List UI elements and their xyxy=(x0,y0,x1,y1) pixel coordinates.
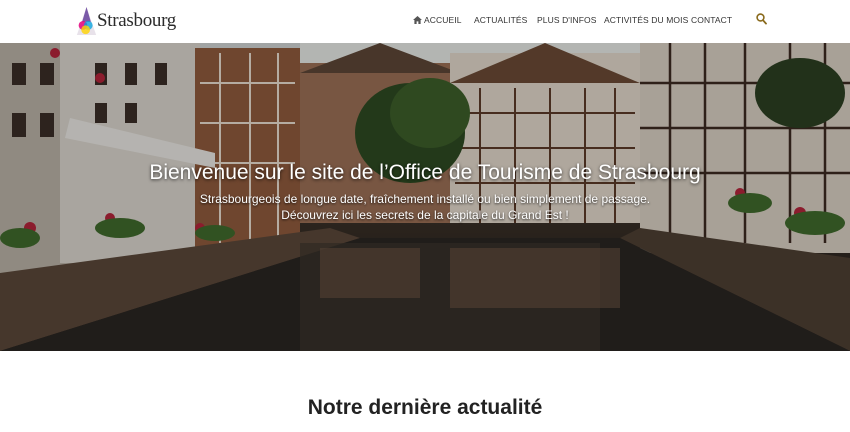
nav-item-activites-du-mois[interactable]: ACTIVITÉS DU MOIS xyxy=(604,14,688,26)
section-title: Notre dernière actualité xyxy=(307,396,543,419)
nav-item-actualites[interactable]: ACTUALITÉS xyxy=(474,14,527,26)
hero-title: Bienvenue sur le site de l’Office de Tou… xyxy=(149,161,701,184)
main-nav: ACCUEIL ACTUALITÉS PLUS D'INFOS ACTIVITÉ… xyxy=(0,0,850,43)
nav-item-label: ACTIVITÉS DU MOIS xyxy=(604,15,689,25)
nav-item-plus-dinfos[interactable]: PLUS D'INFOS xyxy=(537,14,597,26)
nav-item-label: ACCUEIL xyxy=(424,15,462,25)
hero-subtitle-line1: Strasbourgeois de longue date, fraîcheme… xyxy=(199,192,651,206)
nav-item-accueil[interactable]: ACCUEIL xyxy=(413,14,462,26)
home-icon xyxy=(413,16,422,24)
nav-item-label: PLUS D'INFOS xyxy=(537,15,597,25)
nav-item-contact[interactable]: CONTACT xyxy=(691,14,732,26)
search-icon[interactable] xyxy=(756,13,767,25)
nav-item-label: CONTACT xyxy=(691,15,733,25)
hero-subtitle-line2: Découvrez ici les secrets de la capitale… xyxy=(281,208,569,222)
hero-banner: Bienvenue sur le site de l’Office de Tou… xyxy=(0,43,850,351)
nav-item-label: ACTUALITÉS xyxy=(474,15,528,25)
site-header: Strasbourg ACCUEIL ACTUALITÉS PLUS D'INF… xyxy=(0,0,850,43)
